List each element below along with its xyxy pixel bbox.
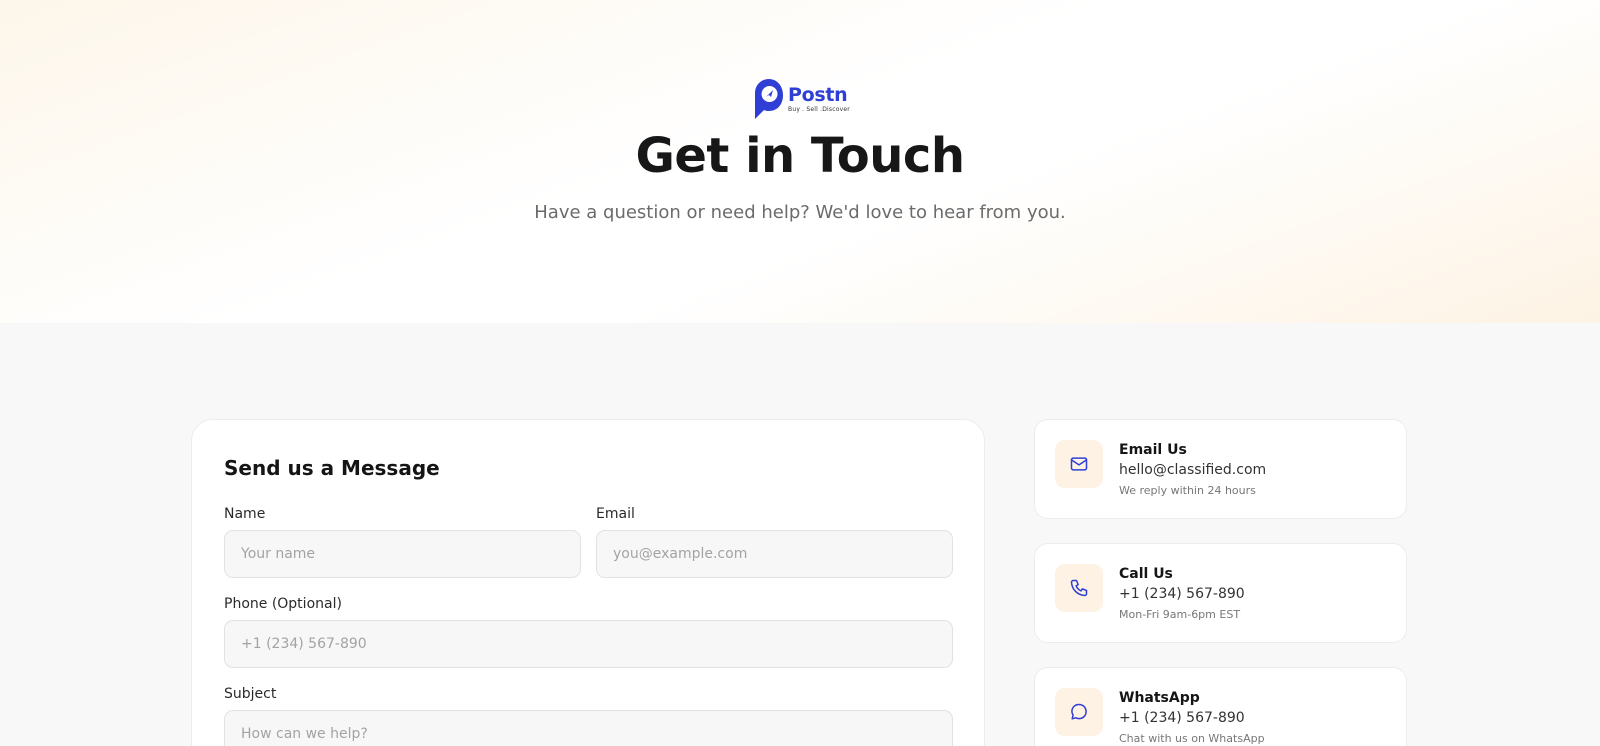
phone-input[interactable] — [224, 620, 953, 668]
page-subtitle: Have a question or need help? We'd love … — [534, 202, 1066, 223]
brand-logo[interactable]: Postn Buy . Sell .Discover — [754, 78, 850, 120]
whatsapp-card-note: Chat with us on WhatsApp — [1119, 732, 1265, 745]
phone-card-title: Call Us — [1119, 566, 1173, 582]
brand-name: Postn — [788, 83, 848, 106]
chat-bubble-icon — [1071, 703, 1087, 720]
whatsapp-card-title: WhatsApp — [1119, 690, 1200, 706]
email-label: Email — [596, 506, 635, 522]
whatsapp-contact-card[interactable]: WhatsApp +1 (234) 567-890 Chat with us o… — [1034, 667, 1407, 746]
email-contact-card[interactable]: Email Us hello@classified.com We reply w… — [1034, 419, 1407, 519]
email-card-title: Email Us — [1119, 442, 1187, 458]
logo-pin-icon — [755, 79, 783, 119]
mail-icon-box — [1055, 440, 1103, 488]
subject-label: Subject — [224, 686, 277, 702]
name-label: Name — [224, 506, 266, 522]
phone-label: Phone (Optional) — [224, 596, 342, 612]
brand-tagline: Buy . Sell .Discover — [788, 105, 850, 113]
phone-icon-box — [1055, 564, 1103, 612]
chat-icon-box — [1055, 688, 1103, 736]
contact-form-card: Send us a Message Name Email Phone (Opti… — [191, 419, 985, 746]
whatsapp-card-value[interactable]: +1 (234) 567-890 — [1119, 710, 1245, 726]
hero-section: Postn Buy . Sell .Discover Get in Touch … — [0, 0, 1600, 323]
name-input[interactable] — [224, 530, 581, 578]
form-title: Send us a Message — [224, 456, 440, 480]
email-card-value[interactable]: hello@classified.com — [1119, 462, 1266, 478]
subject-input[interactable] — [224, 710, 953, 746]
phone-card-value[interactable]: +1 (234) 567-890 — [1119, 586, 1245, 602]
mail-icon — [1070, 457, 1088, 471]
email-card-note: We reply within 24 hours — [1119, 484, 1256, 497]
phone-icon — [1070, 579, 1088, 597]
phone-contact-card[interactable]: Call Us +1 (234) 567-890 Mon-Fri 9am-6pm… — [1034, 543, 1407, 643]
page-title: Get in Touch — [635, 128, 965, 184]
email-input[interactable] — [596, 530, 953, 578]
phone-card-note: Mon-Fri 9am-6pm EST — [1119, 608, 1241, 621]
